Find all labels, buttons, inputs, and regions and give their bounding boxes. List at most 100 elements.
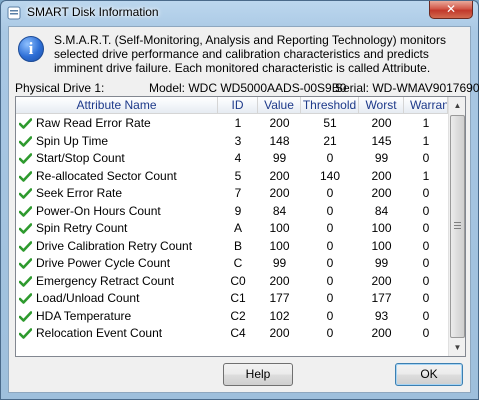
- threshold-cell: 0: [326, 221, 334, 235]
- table-row[interactable]: Re-allocated Sector Count 5 200 140 200 1: [16, 168, 448, 186]
- worst-cell: 200: [371, 273, 392, 288]
- value-cell: 200: [269, 186, 290, 200]
- attribute-name-cell: Spin Retry Count: [36, 221, 128, 235]
- column-header-id[interactable]: ID: [218, 97, 258, 114]
- threshold-cell: 0: [326, 308, 334, 323]
- worst-cell: 177: [371, 291, 392, 305]
- id-cell: 7: [234, 186, 242, 200]
- column-header-attribute-name[interactable]: Attribute Name: [16, 97, 218, 114]
- threshold-cell: 0: [326, 151, 334, 165]
- attribute-name-cell: HDA Temperature: [36, 308, 132, 323]
- threshold-cell: 0: [326, 291, 334, 305]
- check-icon: [19, 293, 32, 304]
- column-header-worst[interactable]: Worst: [359, 97, 404, 114]
- table-row[interactable]: HDA Temperature C2 102 0 93 0: [16, 308, 448, 326]
- warranty-cell: 0: [422, 186, 430, 200]
- check-icon: [19, 135, 32, 147]
- table-row[interactable]: Relocation Event Count C4 200 0 200 0: [16, 325, 448, 343]
- table-row[interactable]: Power-On Hours Count 9 84 0 84 0: [16, 203, 448, 221]
- value-cell: 200: [269, 116, 290, 130]
- id-cell: A: [233, 221, 242, 235]
- attribute-name-cell: Raw Read Error Rate: [36, 116, 151, 130]
- scroll-down-icon[interactable]: ▼: [449, 339, 465, 356]
- worst-cell: 200: [371, 168, 392, 183]
- table-row[interactable]: Drive Calibration Retry Count B 100 0 100 0: [16, 238, 448, 256]
- worst-cell: 100: [371, 221, 392, 235]
- close-icon: ✕: [445, 2, 457, 16]
- table-row[interactable]: Emergency Retract Count C0 200 0 200 0: [16, 273, 448, 291]
- worst-cell: 93: [374, 308, 389, 323]
- table-row[interactable]: Spin Retry Count A 100 0 100 0: [16, 220, 448, 238]
- close-button[interactable]: ✕: [429, 1, 473, 19]
- worst-cell: 200: [371, 116, 392, 130]
- info-description: S.M.A.R.T. (Self-Monitoring, Analysis an…: [54, 33, 446, 75]
- vertical-scrollbar[interactable]: ▲ ▼: [448, 97, 465, 356]
- drive-model: Model: WDC WD5000AADS-00S9B0: [149, 81, 347, 95]
- warranty-cell: 0: [422, 221, 430, 235]
- threshold-cell: 21: [323, 133, 337, 148]
- table-row[interactable]: Spin Up Time 3 148 21 145 1: [16, 133, 448, 151]
- physical-drive-label: Physical Drive 1:: [15, 81, 105, 95]
- warranty-cell: 0: [422, 291, 430, 305]
- id-cell: C4: [230, 326, 246, 340]
- threshold-cell: 0: [326, 186, 334, 200]
- id-cell: C1: [230, 291, 246, 305]
- threshold-cell: 0: [326, 256, 334, 270]
- table-row[interactable]: Seek Error Rate 7 200 0 200 0: [16, 185, 448, 203]
- id-cell: C: [233, 256, 243, 270]
- scroll-thumb[interactable]: [450, 115, 465, 338]
- attribute-name-cell: Drive Calibration Retry Count: [36, 238, 193, 253]
- table-row[interactable]: Start/Stop Count 4 99 0 99 0: [16, 150, 448, 168]
- worst-cell: 200: [371, 186, 392, 200]
- id-cell: 1: [234, 116, 242, 130]
- value-cell: 99: [272, 256, 287, 270]
- value-cell: 200: [269, 273, 290, 288]
- warranty-cell: 0: [422, 308, 430, 323]
- warranty-cell: 0: [422, 151, 430, 165]
- threshold-cell: 0: [326, 326, 334, 340]
- column-header-warranty[interactable]: Warranty: [404, 97, 448, 114]
- threshold-cell: 0: [326, 273, 334, 288]
- attribute-name-cell: Start/Stop Count: [36, 151, 125, 165]
- value-cell: 100: [269, 221, 290, 235]
- scroll-up-icon[interactable]: ▲: [449, 97, 465, 114]
- check-icon: [19, 118, 32, 129]
- ok-button[interactable]: OK: [395, 363, 463, 386]
- column-header-value[interactable]: Value: [258, 97, 301, 114]
- table-row[interactable]: Drive Power Cycle Count C 99 0 99 0: [16, 255, 448, 273]
- attribute-name-cell: Power-On Hours Count: [36, 203, 161, 218]
- warranty-cell: 0: [422, 273, 430, 288]
- value-cell: 148: [269, 133, 290, 148]
- check-icon: [19, 188, 32, 199]
- attributes-table[interactable]: Attribute Name ID Value Threshold Worst …: [15, 96, 466, 357]
- table-row[interactable]: Raw Read Error Rate 1 200 51 200 1: [16, 115, 448, 133]
- check-icon: [19, 275, 32, 287]
- help-button[interactable]: Help: [223, 363, 293, 386]
- warranty-cell: 0: [422, 326, 430, 340]
- value-cell: 99: [272, 151, 287, 165]
- value-cell: 100: [269, 238, 290, 253]
- check-icon: [19, 170, 32, 182]
- id-cell: 5: [234, 168, 242, 183]
- warranty-cell: 0: [422, 203, 430, 218]
- warranty-cell: 1: [422, 116, 430, 130]
- attribute-name-cell: Spin Up Time: [36, 133, 109, 148]
- table-row[interactable]: Load/Unload Count C1 177 0 177 0: [16, 290, 448, 308]
- attribute-name-cell: Re-allocated Sector Count: [36, 168, 177, 183]
- worst-cell: 145: [371, 133, 392, 148]
- attribute-name-cell: Emergency Retract Count: [36, 273, 175, 288]
- id-cell: C2: [230, 308, 246, 323]
- check-icon: [19, 153, 32, 164]
- id-cell: C0: [230, 273, 246, 288]
- column-header-threshold[interactable]: Threshold: [301, 97, 359, 114]
- id-cell: 4: [234, 151, 242, 165]
- worst-cell: 200: [371, 326, 392, 340]
- warranty-cell: 0: [422, 238, 430, 253]
- threshold-cell: 0: [326, 203, 334, 218]
- warranty-cell: 1: [422, 168, 430, 183]
- title-bar[interactable]: SMART Disk Information ✕: [1, 1, 478, 25]
- value-cell: 84: [272, 203, 287, 218]
- info-icon: i: [18, 36, 44, 62]
- drive-serial: Serial: WD-WMAV90176902: [335, 81, 479, 95]
- id-cell: 3: [234, 133, 242, 148]
